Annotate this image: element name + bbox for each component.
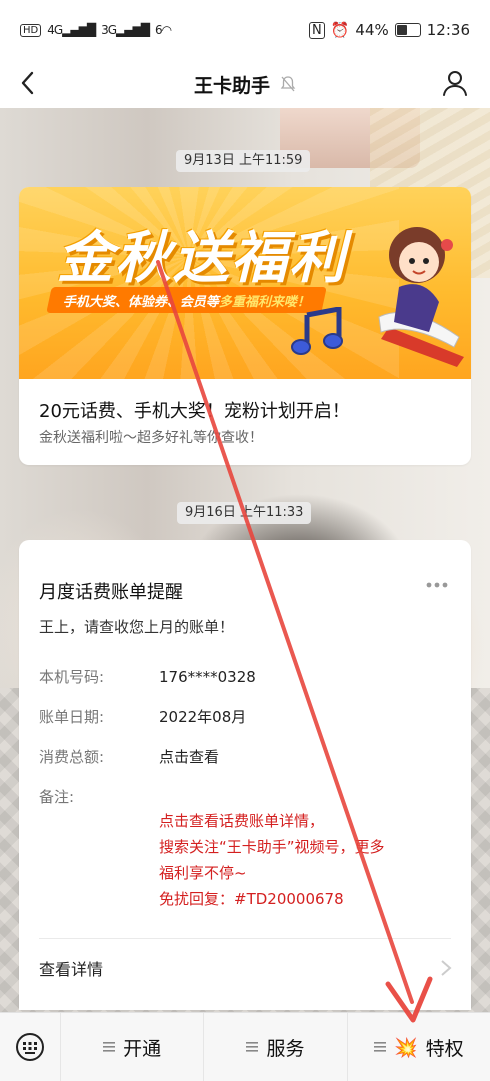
promo-banner[interactable]: 金秋送福利 手机大奖、体验券、会员等 多重福利来喽！	[19, 187, 471, 379]
battery-percent: 44%	[355, 21, 389, 39]
promo-subtitle: 金秋送福利啦～超多好礼等你查收！	[39, 430, 263, 446]
remark-line: 免扰回复：#TD20000678	[159, 890, 344, 908]
menu-item-label: 开通	[123, 1037, 162, 1060]
bill-reminder-card[interactable]: 月度话费账单提醒 王上，请查收您上月的账单！ 本机号码: 176****0328 …	[19, 540, 471, 1010]
chevron-right-icon	[441, 960, 452, 976]
cartoon-girl-illustration	[378, 227, 464, 367]
user-profile-icon[interactable]	[440, 68, 470, 98]
divider	[39, 938, 451, 939]
alarm-icon: ⏰	[330, 21, 350, 39]
signal-3g-icon: 3G▂▄▆█	[101, 23, 150, 37]
menu-item-label: 服务	[266, 1037, 305, 1060]
menu-lines-icon	[246, 1042, 259, 1052]
row-label: 本机号码:	[39, 668, 105, 686]
remark-line: 点击查看话费账单详情，	[159, 812, 325, 830]
row-value: 2022年08月	[159, 708, 247, 726]
menu-item-label: 特权	[425, 1037, 464, 1060]
promo-title: 20元话费、手机大奖！宠粉计划开启！	[39, 401, 350, 422]
menu-item-privilege[interactable]: 💥 特权	[346, 1013, 490, 1081]
bill-greeting: 王上，请查收您上月的账单！	[39, 618, 235, 636]
remark-line: 搜索关注“王卡助手”视频号，更多	[159, 838, 385, 856]
banner-ribbon: 手机大奖、体验券、会员等 多重福利来喽！	[46, 287, 327, 313]
promo-message-card[interactable]: 金秋送福利 手机大奖、体验券、会员等 多重福利来喽！ 20元话费、手机大奖！宠粉计…	[19, 187, 471, 465]
bill-row-total: 消费总额: 点击查看	[39, 746, 219, 767]
mute-bell-icon	[280, 76, 296, 92]
bottom-menu-bar: 开通 服务 💥 特权	[0, 1012, 490, 1081]
banner-headline: 金秋送福利	[57, 226, 347, 291]
menu-item-open[interactable]: 开通	[60, 1013, 203, 1081]
signal-label: 4G	[47, 23, 63, 37]
bill-row-date: 账单日期: 2022年08月	[39, 706, 246, 727]
signal-4g-icon: 4G▂▄▆█	[47, 23, 96, 37]
menu-item-service[interactable]: 服务	[203, 1013, 346, 1081]
remark-text: 点击查看话费账单详情， 搜索关注“王卡助手”视频号，更多 福利享不停~ 免扰回复…	[159, 808, 459, 912]
signal-label: 3G	[101, 23, 117, 37]
message-timestamp: 9月13日 上午11:59	[176, 150, 311, 172]
page-title: 王卡助手	[193, 74, 270, 97]
row-value: 176****0328	[159, 668, 256, 686]
remark-line: 福利享不停~	[159, 864, 247, 882]
keyboard-toggle-button[interactable]	[0, 1013, 60, 1081]
battery-fill	[396, 25, 408, 35]
wifi-label: 6	[154, 23, 163, 37]
row-label: 备注:	[39, 788, 75, 806]
menu-lines-icon	[103, 1042, 116, 1052]
clock: 12:36	[426, 21, 470, 39]
message-timestamp: 9月16日 上午11:33	[177, 502, 312, 524]
back-arrow-icon[interactable]	[14, 68, 44, 98]
explosion-emoji-icon: 💥	[393, 1036, 418, 1059]
nfc-icon: N	[309, 21, 325, 39]
row-label: 消费总额:	[39, 748, 105, 766]
wifi-icon: 6◠	[154, 23, 172, 37]
row-label: 账单日期:	[39, 708, 105, 726]
banner-ribbon-text: 手机大奖、体验券、会员等	[63, 294, 220, 310]
hd-indicator: HD	[20, 23, 42, 37]
bill-row-remark: 备注:	[39, 786, 159, 807]
more-options-icon[interactable]	[425, 578, 449, 592]
music-note-icon	[291, 307, 343, 355]
view-details-link[interactable]: 查看详情	[39, 956, 103, 980]
battery-icon	[394, 23, 421, 37]
nav-bar: 王卡助手	[0, 60, 490, 108]
status-bar: HD 4G▂▄▆█ 3G▂▄▆█ 6◠ N ⏰ 44% 12:36	[0, 0, 490, 60]
bill-row-phone: 本机号码: 176****0328	[39, 666, 256, 687]
row-value: 点击查看	[159, 748, 220, 766]
bill-title: 月度话费账单提醒	[39, 582, 183, 603]
menu-lines-icon	[373, 1042, 386, 1052]
keyboard-icon	[16, 1033, 44, 1061]
